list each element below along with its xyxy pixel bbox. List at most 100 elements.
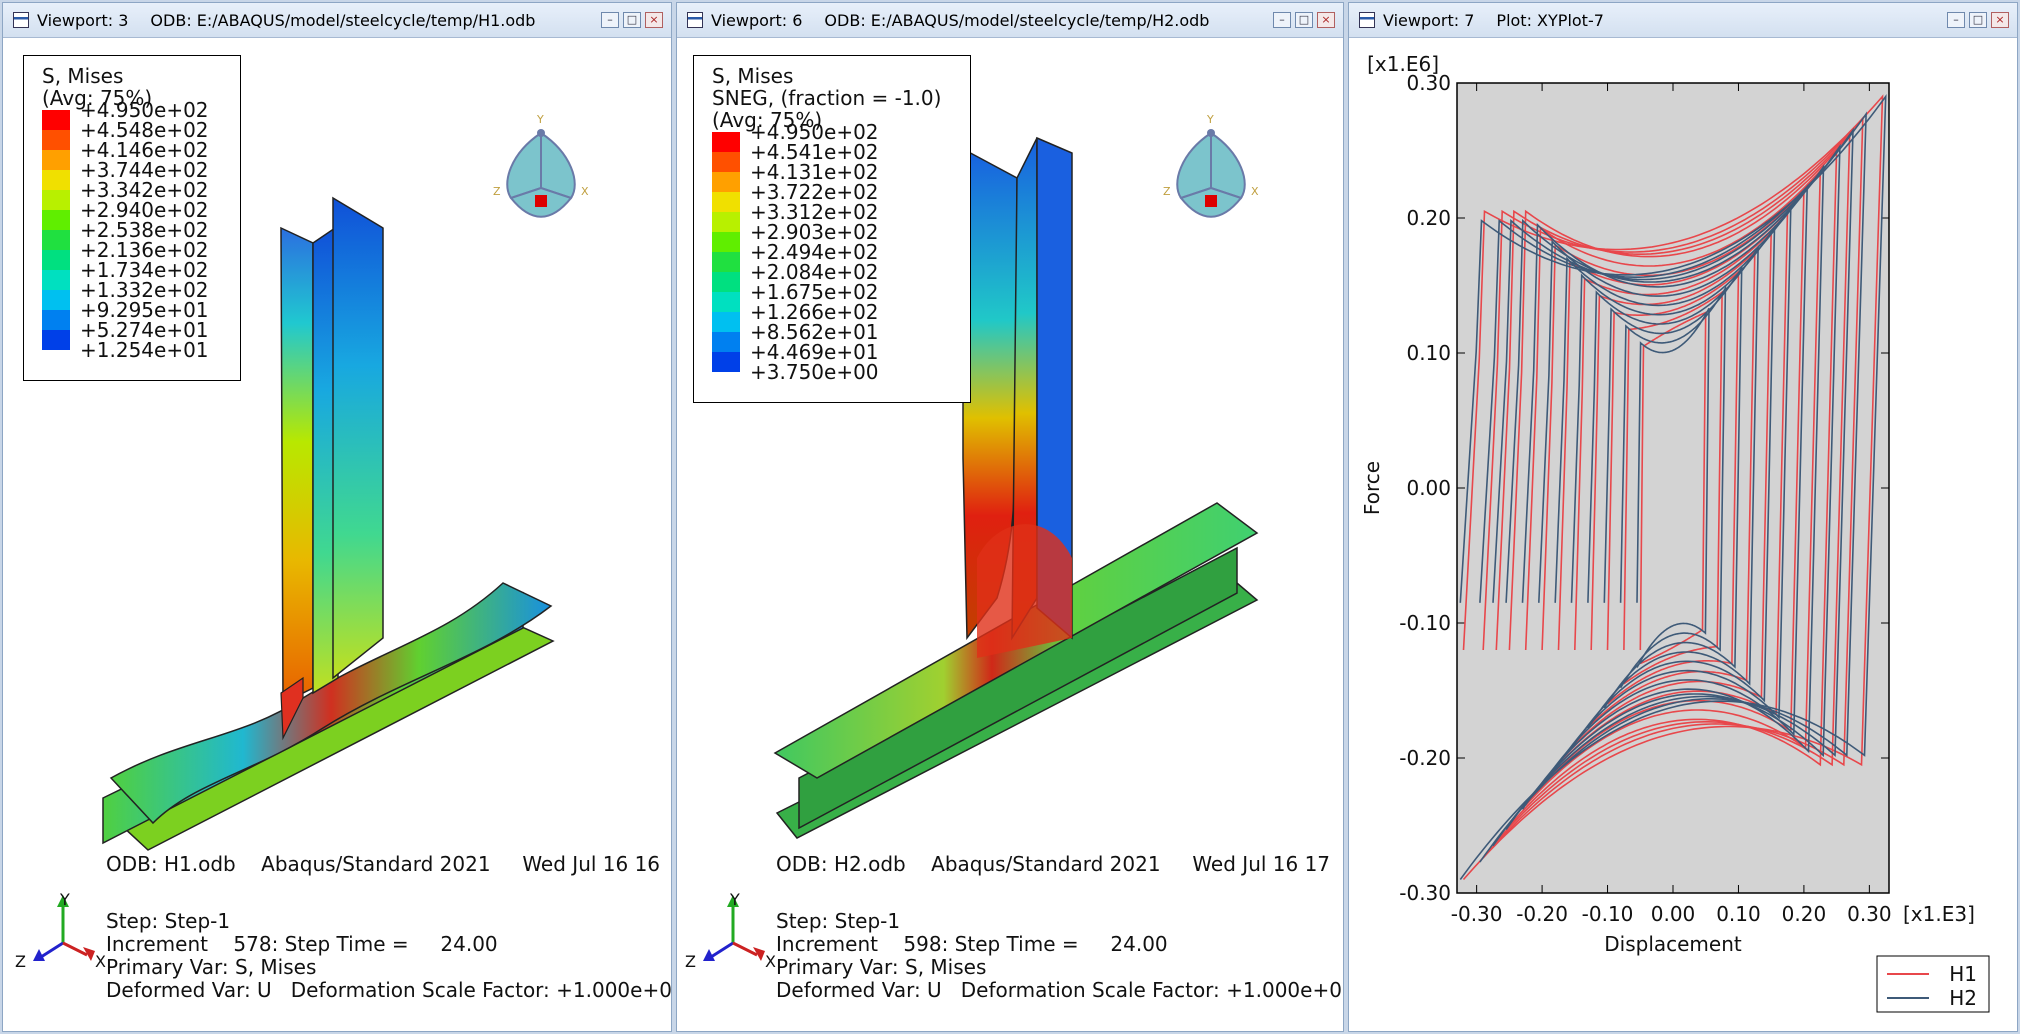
legend-value: +9.295e+01 bbox=[80, 298, 209, 322]
model-canvas-h2[interactable]: Y Z X S, Mises SNEG, (fraction = -1.0) (… bbox=[677, 38, 1343, 1031]
legend-swatch bbox=[712, 292, 740, 312]
legend-swatch bbox=[712, 172, 740, 192]
y-tick-label: -0.10 bbox=[1399, 611, 1451, 635]
viewport-7-titlebar[interactable]: Viewport: 7 Plot: XYPlot-7 – □ × bbox=[1349, 3, 2017, 38]
legend-value: +5.274e+01 bbox=[80, 318, 209, 342]
y-tick-label: 0.20 bbox=[1406, 206, 1451, 230]
x-tick-label: 0.20 bbox=[1782, 902, 1827, 926]
plot-legend: H1H2 bbox=[1876, 955, 1990, 1013]
x-tick-label: -0.30 bbox=[1451, 902, 1503, 926]
viewport-title: Viewport: 6 bbox=[711, 10, 803, 30]
viewport-3-titlebar[interactable]: Viewport: 3 ODB: E:/ABAQUS/model/steelcy… bbox=[3, 3, 671, 38]
x-multiplier-label: [x1.E3] bbox=[1903, 902, 1975, 926]
legend-swatch bbox=[712, 352, 740, 372]
increment-label: Increment 598: Step Time = 24.00 bbox=[776, 932, 1168, 956]
legend-value: +3.744e+02 bbox=[80, 158, 209, 182]
minimize-button[interactable]: – bbox=[1947, 12, 1965, 28]
y-tick-label: -0.30 bbox=[1399, 881, 1451, 905]
viewport-6-window[interactable]: Viewport: 6 ODB: E:/ABAQUS/model/steelcy… bbox=[676, 2, 1344, 1032]
legend-value: +1.675e+02 bbox=[750, 280, 879, 304]
xy-plot-canvas[interactable]: 0.30 0.20 0.10 0.00 -0.10 -0.20 -0.30 -0.30 -0.2… bbox=[1349, 38, 2017, 1031]
legend-title: S, Mises bbox=[712, 64, 794, 88]
legend-value: +2.538e+02 bbox=[80, 218, 209, 242]
legend-swatch bbox=[712, 332, 740, 352]
legend-swatch bbox=[712, 132, 740, 152]
legend-value: +2.494e+02 bbox=[750, 240, 879, 264]
close-button[interactable]: × bbox=[645, 12, 663, 28]
legend-value: +4.548e+02 bbox=[80, 118, 209, 142]
minimize-button[interactable]: – bbox=[601, 12, 619, 28]
legend-row: +1.254e+01 bbox=[42, 340, 226, 370]
model-canvas-h1[interactable]: Y Z X S, Mises (Avg: 75%) +4.950e+02 +4.5… bbox=[3, 38, 672, 1031]
y-tick-label: -0.20 bbox=[1399, 746, 1451, 770]
deformed-var-label: Deformed Var: U Deformation Scale Factor… bbox=[106, 978, 672, 1002]
close-button[interactable]: × bbox=[1317, 12, 1335, 28]
viewport-subtitle: ODB: E:/ABAQUS/model/steelcycle/temp/H2.… bbox=[824, 10, 1210, 30]
legend-value: +3.750e+00 bbox=[750, 360, 879, 384]
legend-value: +4.950e+02 bbox=[750, 120, 879, 144]
plot-area bbox=[1456, 82, 1890, 894]
legend-value: +3.342e+02 bbox=[80, 178, 209, 202]
svg-text:X: X bbox=[581, 185, 589, 198]
legend-value: +8.562e+01 bbox=[750, 320, 879, 344]
minimize-button[interactable]: – bbox=[1273, 12, 1291, 28]
legend-value: +2.084e+02 bbox=[750, 260, 879, 284]
viewport-icon bbox=[13, 12, 29, 28]
viewport-icon bbox=[1359, 12, 1375, 28]
odb-info-line: ODB: H1.odb Abaqus/Standard 2021 Wed Jul… bbox=[106, 852, 661, 876]
maximize-button[interactable]: □ bbox=[1969, 12, 1987, 28]
view-orientation-glyph: Y Z X bbox=[493, 113, 589, 218]
close-button[interactable]: × bbox=[1991, 12, 2009, 28]
legend-swatch bbox=[712, 212, 740, 232]
step-label: Step: Step-1 bbox=[106, 909, 231, 933]
legend-swatch bbox=[712, 152, 740, 172]
legend-value: +4.469e+01 bbox=[750, 340, 879, 364]
xy-plot: 0.30 0.20 0.10 0.00 -0.10 -0.20 -0.30-0.30 -0.2… bbox=[1360, 52, 1990, 1013]
legend-swatch bbox=[42, 350, 70, 370]
legend-swatch bbox=[712, 372, 740, 392]
x-tick-label: -0.10 bbox=[1582, 902, 1634, 926]
triad-x-label: X bbox=[765, 952, 776, 971]
legend-value: +1.254e+01 bbox=[80, 338, 209, 362]
legend-swatch bbox=[42, 130, 70, 150]
viewport-title: Viewport: 7 bbox=[1383, 10, 1475, 30]
legend-value: +4.131e+02 bbox=[750, 160, 879, 184]
legend-swatch bbox=[42, 210, 70, 230]
maximize-button[interactable]: □ bbox=[623, 12, 641, 28]
svg-text:Y: Y bbox=[1206, 113, 1214, 126]
viewport-6-titlebar[interactable]: Viewport: 6 ODB: E:/ABAQUS/model/steelcy… bbox=[677, 3, 1343, 38]
legend-title: S, Mises bbox=[42, 64, 124, 88]
svg-text:X: X bbox=[1251, 185, 1259, 198]
primary-var-label: Primary Var: S, Mises bbox=[776, 955, 987, 979]
legend-swatch bbox=[712, 252, 740, 272]
legend-subtitle: SNEG, (fraction = -1.0) bbox=[712, 86, 942, 110]
legend-swatch bbox=[42, 170, 70, 190]
legend-value: +4.146e+02 bbox=[80, 138, 209, 162]
x-tick-label: -0.20 bbox=[1516, 902, 1568, 926]
legend-swatch bbox=[42, 310, 70, 330]
legend-swatch bbox=[712, 272, 740, 292]
increment-label: Increment 578: Step Time = 24.00 bbox=[106, 932, 498, 956]
viewport-subtitle: Plot: XYPlot-7 bbox=[1496, 10, 1604, 30]
x-axis-label: Displacement bbox=[1604, 932, 1742, 956]
x-tick-label: 0.30 bbox=[1847, 902, 1892, 926]
y-axis-label: Force bbox=[1360, 461, 1384, 515]
triad-y-label: Y bbox=[730, 890, 740, 909]
legend-swatch bbox=[712, 192, 740, 212]
legend-value: +4.950e+02 bbox=[80, 98, 209, 122]
viewport-title: Viewport: 3 bbox=[37, 10, 129, 30]
y-tick-label: 0.10 bbox=[1406, 341, 1451, 365]
legend-swatch bbox=[42, 150, 70, 170]
legend-value: +1.266e+02 bbox=[750, 300, 879, 324]
legend-swatch bbox=[42, 290, 70, 310]
svg-text:Z: Z bbox=[493, 185, 501, 198]
viewport-3-window[interactable]: Viewport: 3 ODB: E:/ABAQUS/model/steelcy… bbox=[2, 2, 672, 1032]
triad-y-label: Y bbox=[60, 890, 70, 909]
legend-swatch bbox=[42, 270, 70, 290]
maximize-button[interactable]: □ bbox=[1295, 12, 1313, 28]
legend-swatch bbox=[42, 190, 70, 210]
odb-info-line: ODB: H2.odb Abaqus/Standard 2021 Wed Jul… bbox=[776, 852, 1331, 876]
contour-legend: S, Mises (Avg: 75%) +4.950e+02 +4.548e+02… bbox=[23, 55, 241, 381]
viewport-7-window[interactable]: Viewport: 7 Plot: XYPlot-7 – □ × 0.30 0.2… bbox=[1348, 2, 2018, 1032]
legend-value: +4.541e+02 bbox=[750, 140, 879, 164]
